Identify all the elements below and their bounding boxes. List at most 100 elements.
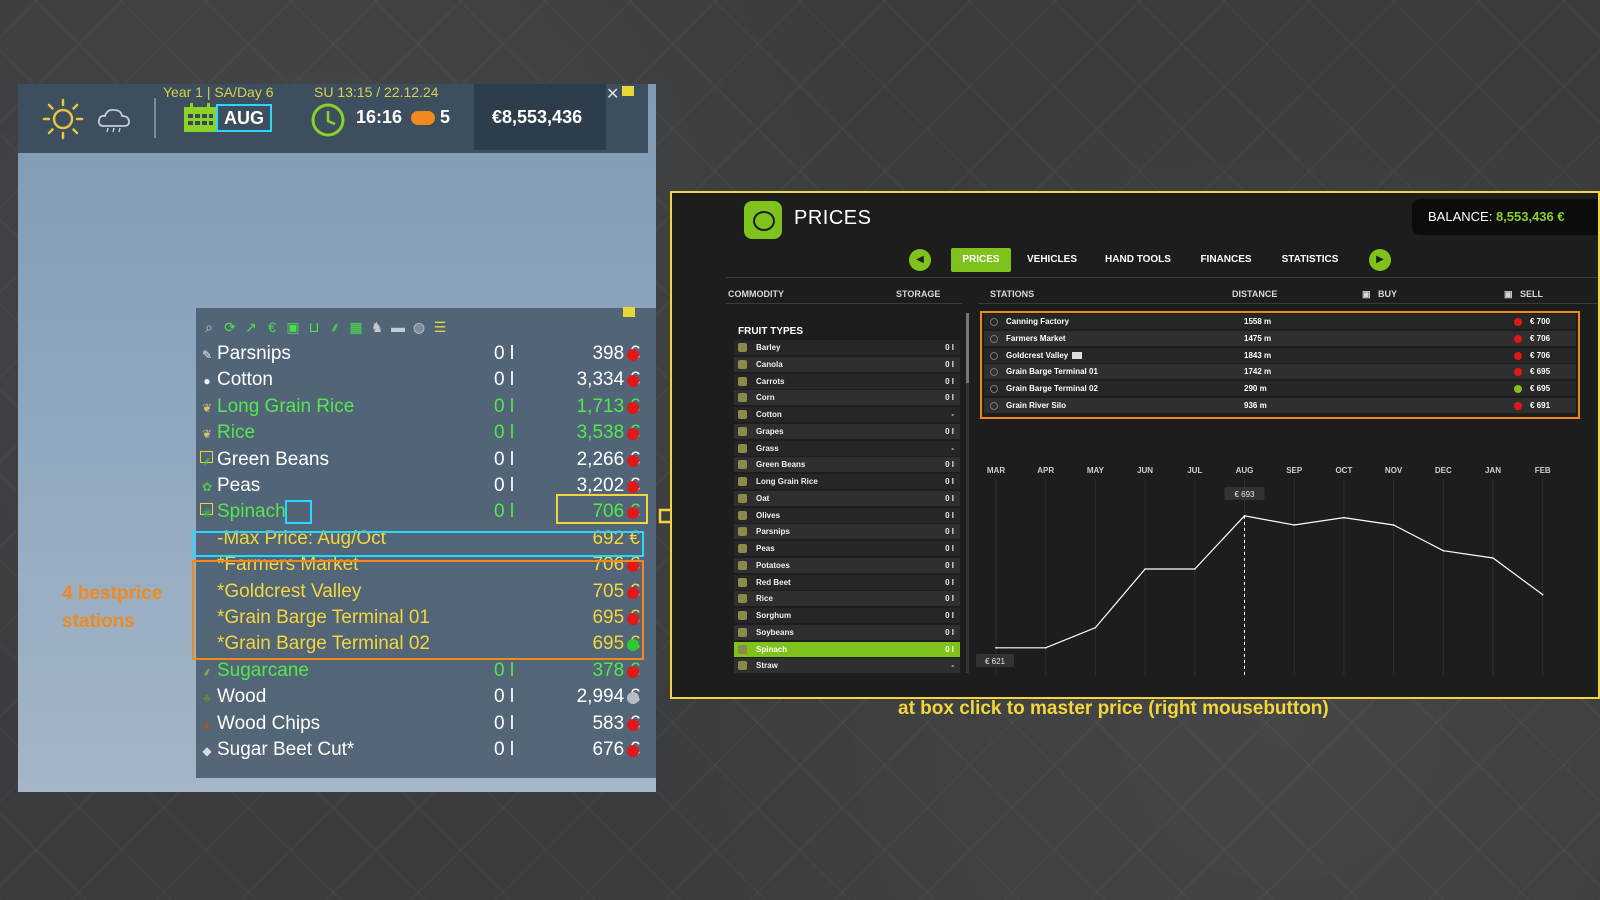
tab-statistics[interactable]: STATISTICS	[1272, 248, 1348, 272]
price-row[interactable]: ❦ Long Grain Rice 0 l 1,713 €	[196, 395, 656, 421]
commodity-name: Rice	[217, 422, 256, 444]
price-row[interactable]: ◆ Sugar Beet Cut* 0 l 676 €	[196, 738, 656, 764]
fruit-row[interactable]: Olives 0 l	[734, 507, 960, 523]
pin-icon[interactable]	[623, 307, 635, 317]
radio-icon[interactable]	[990, 318, 998, 326]
divider	[726, 277, 1598, 278]
fruit-storage: 0 l	[945, 393, 954, 403]
station-distance: 1558 m	[1244, 317, 1272, 326]
station-row[interactable]: Grain Barge Terminal 02 290 m € 695	[984, 381, 1576, 397]
fruit-row[interactable]: Canola 0 l	[734, 356, 960, 372]
price-row[interactable]: ● Cotton 0 l 3,334 €	[196, 368, 656, 394]
fruit-storage: -	[951, 661, 954, 671]
euro-icon[interactable]: €	[263, 318, 281, 336]
fruit-storage: -	[951, 410, 954, 419]
fast-forward-icon[interactable]	[411, 111, 435, 125]
data-point	[1094, 626, 1097, 629]
tab-vehicles[interactable]: VEHICLES	[1022, 248, 1082, 272]
fruit-row[interactable]: Parsnips 0 l	[734, 524, 960, 540]
fruit-row[interactable]: Rice 0 l	[734, 591, 960, 607]
radio-icon[interactable]	[990, 385, 998, 394]
prices-screen-screenshot: PRICES BALANCE: 8,553,436 € ◀ PRICES VEH…	[670, 191, 1600, 699]
fruit-storage: 0 l	[945, 594, 954, 604]
price-row[interactable]: ▲ Wood Chips 0 l 583 €	[196, 712, 656, 738]
tab-finances[interactable]: FINANCES	[1192, 248, 1260, 272]
bracket-icon[interactable]: ⊔	[305, 318, 323, 336]
station-row[interactable]: Canning Factory 1558 m € 700	[984, 314, 1576, 329]
fruit-row[interactable]: Cotton -	[734, 407, 960, 422]
calendar-grid-icon[interactable]: ▦	[347, 318, 365, 336]
data-point	[1492, 557, 1494, 559]
cow-icon[interactable]: ♞	[368, 318, 386, 336]
box-icon[interactable]: ▣	[284, 318, 302, 336]
price-row[interactable]: ♣ Wood 0 l 2,994 €	[196, 685, 656, 711]
col-stations: STATIONS	[990, 289, 1035, 299]
prev-tab-button[interactable]: ◀	[909, 249, 931, 271]
fruit-name: Potatoes	[756, 560, 790, 570]
calendar-highlight-box	[285, 500, 312, 525]
fruit-row[interactable]: Oat 0 l	[734, 490, 960, 506]
next-tab-button[interactable]: ▶	[1369, 249, 1391, 271]
fruit-row[interactable]: Sorghum 0 l	[734, 608, 960, 623]
search-icon[interactable]: ⌕	[200, 318, 218, 336]
tab-prices[interactable]: PRICES	[951, 248, 1011, 272]
fruit-row[interactable]: Red Beet 0 l	[734, 574, 960, 590]
fruit-row[interactable]: Long Grain Rice 0 l	[734, 474, 960, 489]
fruit-row[interactable]: Carrots 0 l	[734, 373, 960, 389]
station-row[interactable]: Goldcrest Valley 1843 m € 706	[984, 347, 1576, 363]
scrollbar-thumb[interactable]	[966, 313, 969, 383]
close-icon[interactable]: ✕	[606, 84, 619, 104]
station-row[interactable]: Grain Barge Terminal 01 1742 m € 695	[984, 364, 1576, 380]
fruit-row[interactable]: Grapes 0 l	[734, 423, 960, 439]
fruit-types-title: FRUIT TYPES	[738, 326, 804, 337]
filter-toolbar: ⌕ ⟳ ↗ € ▣ ⊔ ⸙ ▦ ♞ ▬ ◍ ☰	[200, 318, 449, 338]
radio-icon[interactable]	[990, 402, 998, 410]
commodity-name: Spinach	[217, 501, 286, 523]
price-row[interactable]: ❀ Spinach 0 l 706 €	[196, 494, 656, 526]
fruit-row[interactable]: Grass -	[734, 440, 960, 456]
commodity-name: Parsnips	[217, 343, 291, 364]
best-stations-highlight-box	[192, 560, 644, 660]
radio-icon[interactable]	[990, 351, 998, 360]
station-row[interactable]: Grain River Silo 936 m € 691	[984, 398, 1576, 413]
data-point	[1392, 524, 1395, 526]
grain-icon[interactable]: ⸙	[326, 318, 344, 336]
month-box[interactable]: AUG	[216, 104, 272, 132]
fruit-row[interactable]: Potatoes 0 l	[734, 557, 960, 573]
bale-icon[interactable]: ▬	[389, 318, 407, 336]
fruit-name: Long Grain Rice	[756, 477, 818, 486]
storage-qty: 0 l	[494, 475, 515, 496]
station-name: Canning Factory	[1006, 314, 1069, 329]
fruit-row[interactable]: Corn 0 l	[734, 390, 960, 406]
price-row[interactable]: ⸙ Green Beans 0 l 2,266 €	[196, 448, 656, 474]
sugarcane-icon: ⸙	[202, 664, 212, 679]
fruit-name: Grass	[756, 443, 779, 453]
storage-qty: 0 l	[494, 422, 515, 444]
woodchips-icon: ▲	[201, 717, 213, 732]
fruit-row[interactable]: Peas 0 l	[734, 541, 960, 556]
price-row[interactable]: ⸙ Sugarcane 0 l 378 €	[196, 659, 656, 685]
trend-icon[interactable]: ↗	[242, 318, 260, 336]
fruit-row[interactable]: Spinach 0 l	[734, 641, 960, 657]
price-trend-dot-icon	[627, 745, 639, 757]
fruit-row[interactable]: Barley 0 l	[734, 340, 960, 355]
fruit-row[interactable]: Green Beans 0 l	[734, 457, 960, 473]
clear-filter-icon[interactable]: ☰	[431, 318, 449, 336]
refresh-icon[interactable]: ⟳	[221, 318, 239, 336]
max-price-highlight-box	[192, 531, 644, 557]
pin-icon[interactable]	[622, 86, 634, 96]
station-distance: 936 m	[1244, 401, 1267, 410]
fruit-row[interactable]: Soybeans 0 l	[734, 624, 960, 640]
station-row[interactable]: Farmers Market 1475 m € 706	[984, 330, 1576, 346]
cloud-icon	[97, 108, 130, 133]
tab-hand-tools[interactable]: HAND TOOLS	[1098, 248, 1178, 272]
calendar-icon[interactable]	[182, 102, 218, 134]
trend-dot-icon	[1514, 351, 1522, 360]
radio-icon[interactable]	[990, 368, 998, 377]
price-row[interactable]: ❦ Rice 0 l 3,538 €	[196, 421, 656, 447]
radio-icon[interactable]	[990, 334, 998, 343]
fruit-row[interactable]: Straw -	[734, 658, 960, 674]
price-row[interactable]: ✎ Parsnips 0 l 398 €	[196, 342, 656, 368]
wool-icon[interactable]: ◍	[410, 318, 428, 336]
fruit-storage: 0 l	[945, 477, 954, 486]
